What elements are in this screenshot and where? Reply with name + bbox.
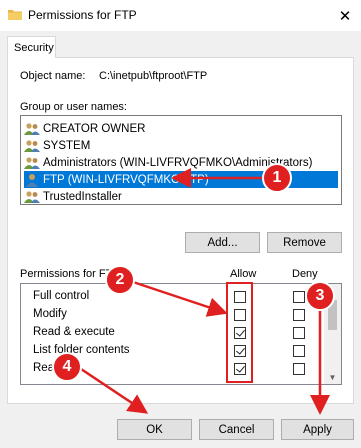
apply-button[interactable]: Apply [281,419,354,440]
list-item[interactable]: Administrators (WIN-LIVFRVQFMKO\Administ… [24,154,338,171]
list-item-label: TrustedInstaller [43,190,122,203]
deny-checkbox[interactable] [293,327,305,339]
cancel-button[interactable]: Cancel [199,419,274,440]
list-item[interactable]: TrustedInstaller [24,188,338,205]
window-title: Permissions for FTP [28,8,137,22]
deny-header: Deny [292,268,318,280]
permission-name: Read & execute [33,326,115,338]
deny-checkbox[interactable] [293,345,305,357]
annotation-badge-1: 1 [262,163,292,193]
group-users-label: Group or user names: [20,101,127,113]
tab-security[interactable]: Security [7,36,56,58]
group-users-list[interactable]: CREATOR OWNER SYSTEM Administrators (WIN… [20,115,342,205]
ok-button[interactable]: OK [117,419,192,440]
users-group-icon [24,156,40,169]
users-group-icon [24,139,40,152]
close-button[interactable]: ✕ [329,0,361,31]
annotation-badge-2: 2 [105,265,135,295]
list-item[interactable]: SYSTEM [24,137,338,154]
list-item-label: CREATOR OWNER [43,122,146,135]
list-item-label: FTP (WIN-LIVFRVQFMKO\FTP) [43,173,209,186]
folder-icon [8,10,22,20]
object-name-value: C:\inetpub\ftproot\FTP [99,70,208,82]
users-group-icon [24,122,40,135]
list-item[interactable]: CREATOR OWNER [24,120,338,137]
deny-checkbox[interactable] [293,363,305,375]
deny-checkbox[interactable] [293,291,305,303]
annotation-badge-3: 3 [305,281,335,311]
object-name-label: Object name: [20,70,86,82]
users-group-icon [24,190,40,203]
allow-header: Allow [230,268,257,280]
user-icon [26,173,38,187]
add-button[interactable]: Add... [185,232,260,253]
allow-highlight-box [226,282,253,383]
remove-button[interactable]: Remove [267,232,342,253]
scroll-down-icon[interactable]: ▼ [324,370,341,384]
deny-checkbox[interactable] [293,309,305,321]
annotation-badge-4: 4 [52,352,82,382]
permission-name: List folder contents [33,344,130,356]
permission-name: Modify [33,308,67,320]
permission-name: Full control [33,290,90,302]
list-item-label: SYSTEM [43,139,91,152]
